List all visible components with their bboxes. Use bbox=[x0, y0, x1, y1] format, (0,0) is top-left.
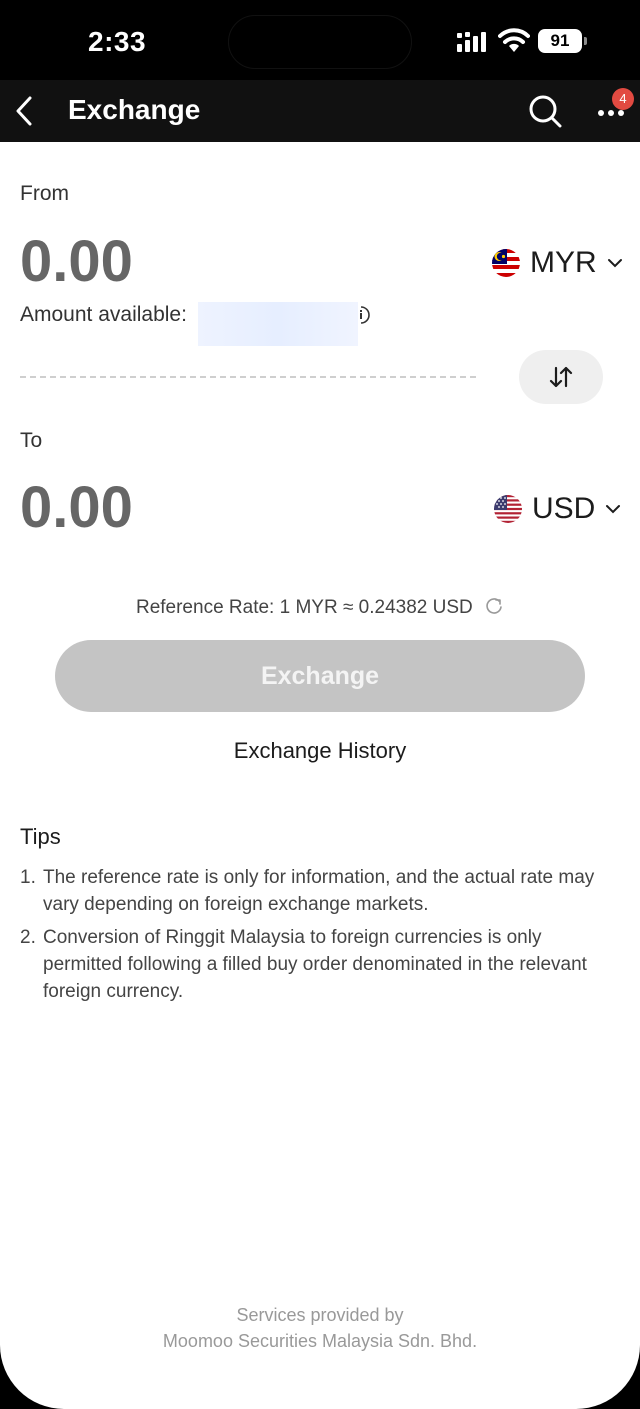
exchange-button[interactable]: Exchange bbox=[55, 640, 585, 712]
wifi-icon bbox=[498, 28, 530, 52]
refresh-icon[interactable] bbox=[484, 596, 504, 616]
more-menu-button[interactable]: 4 bbox=[592, 88, 634, 128]
to-currency-code: USD bbox=[532, 492, 596, 525]
redacted-balance bbox=[198, 302, 358, 346]
navigation-bar: Exchange 4 bbox=[0, 80, 640, 142]
battery-icon: 91 bbox=[538, 29, 588, 53]
tip-number: 1. bbox=[20, 867, 36, 888]
from-label: From bbox=[20, 182, 69, 205]
cellular-signal-icon bbox=[457, 32, 486, 52]
usa-flag-icon bbox=[494, 495, 522, 523]
page-title: Exchange bbox=[68, 94, 201, 125]
to-currency-selector[interactable]: USD bbox=[494, 492, 623, 526]
malaysia-flag-icon bbox=[492, 249, 520, 277]
reference-rate-text: Reference Rate: 1 MYR ≈ 0.24382 USD bbox=[135, 597, 473, 618]
exchange-form: From 0.00 MYR Amount available: To 0.00 … bbox=[0, 142, 640, 1409]
from-currency-selector[interactable]: MYR bbox=[492, 246, 625, 280]
status-time: 2:33 bbox=[88, 26, 147, 57]
chevron-down-icon bbox=[606, 505, 621, 514]
tips-title: Tips bbox=[20, 824, 61, 849]
tip-text: The reference rate is only for informati… bbox=[43, 867, 595, 915]
dynamic-island bbox=[228, 15, 412, 69]
footer-line-1: Services provided by bbox=[236, 1305, 404, 1325]
from-amount-input[interactable]: 0.00 bbox=[20, 228, 133, 295]
to-amount-input[interactable]: 0.00 bbox=[20, 474, 133, 541]
info-icon[interactable] bbox=[352, 305, 370, 325]
tip-number: 2. bbox=[20, 927, 36, 948]
amount-available-label: Amount available: bbox=[20, 303, 187, 326]
tip-item: 2. Conversion of Ringgit Malaysia to for… bbox=[20, 924, 610, 1005]
search-icon[interactable] bbox=[526, 92, 564, 130]
from-currency-code: MYR bbox=[530, 246, 597, 279]
swap-currency-button[interactable] bbox=[519, 350, 603, 404]
exchange-history-link[interactable]: Exchange History bbox=[0, 738, 640, 764]
footer: Services provided by Moomoo Securities M… bbox=[0, 1302, 640, 1354]
notification-badge: 4 bbox=[612, 88, 634, 110]
battery-level: 91 bbox=[538, 29, 582, 53]
back-arrow-icon[interactable] bbox=[8, 90, 44, 132]
tip-item: 1. The reference rate is only for inform… bbox=[20, 864, 610, 918]
to-label: To bbox=[20, 429, 43, 452]
swap-arrows-icon bbox=[549, 366, 573, 388]
chevron-down-icon bbox=[607, 259, 622, 268]
divider bbox=[20, 376, 476, 378]
tip-text: Conversion of Ringgit Malaysia to foreig… bbox=[43, 927, 587, 1002]
footer-line-2: Moomoo Securities Malaysia Sdn. Bhd. bbox=[162, 1331, 478, 1351]
phone-screen: 2:33 91 Exchange 4 From 0.00 MYR Amount … bbox=[0, 0, 640, 1409]
reference-rate: Reference Rate: 1 MYR ≈ 0.24382 USD bbox=[0, 596, 640, 619]
status-bar: 2:33 91 bbox=[0, 0, 640, 80]
